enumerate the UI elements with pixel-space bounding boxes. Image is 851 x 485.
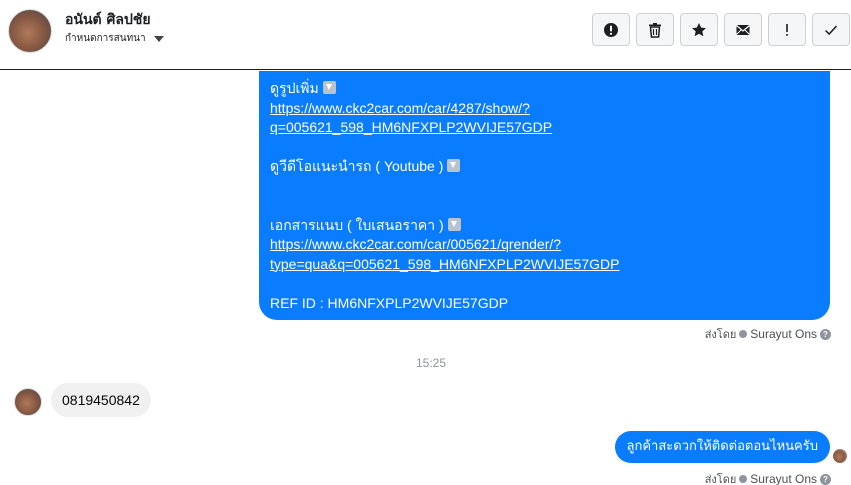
- contact-avatar-small[interactable]: [14, 388, 42, 416]
- docs-label: เอกสารแนบ ( ใบเสนอราคา ): [270, 216, 444, 233]
- outgoing-message-bubble-2[interactable]: ลูกค้าสะดวกให้ติดต่อตอนไหนครับ: [614, 431, 830, 463]
- sender-name-2[interactable]: Surayut Ons: [750, 472, 817, 485]
- contact-avatar[interactable]: [8, 9, 52, 53]
- priority-button[interactable]: [768, 13, 806, 46]
- help-icon[interactable]: ?: [820, 473, 831, 485]
- caret-down-icon: [153, 36, 164, 42]
- sender-badge-icon: [739, 475, 748, 483]
- sent-by-prefix-2: ส่งโดย: [704, 473, 737, 485]
- envelope-icon: [736, 24, 750, 35]
- star-icon: [692, 22, 706, 36]
- docs-line: เอกสารแนบ ( ใบเสนอราคา ): [270, 216, 819, 236]
- video-line: ดูวีดีโอแนะนำรถ ( Youtube ): [270, 157, 819, 177]
- down-arrow-emoji-icon: [322, 81, 336, 94]
- incoming-message-bubble[interactable]: 0819450842: [51, 383, 151, 417]
- ref-id: REF ID : HM6NFXPLP2WVIJE57GDP: [270, 294, 509, 311]
- down-arrow-emoji-icon: [447, 159, 461, 172]
- conversation-header: อนันต์ ศิลปชัย กำหนดการสนทนา: [0, 0, 851, 70]
- more-photos-label: ดูรูปเพิ่ม: [270, 80, 319, 96]
- delete-button[interactable]: [636, 13, 674, 46]
- star-button[interactable]: [680, 13, 718, 46]
- down-arrow-emoji-icon: [447, 217, 461, 231]
- mark-unread-button[interactable]: [724, 13, 762, 46]
- sent-by-prefix: ส่งโดย: [704, 328, 737, 341]
- checkmark-icon: [824, 24, 838, 35]
- mark-done-button[interactable]: [812, 13, 850, 46]
- sent-by-row-2: ส่งโดย Surayut Ons ?: [705, 470, 831, 485]
- car-show-link-cont[interactable]: q=005621_598_HM6NFXPLP2WVIJE57GDP: [270, 118, 819, 138]
- seen-avatar: [833, 449, 847, 463]
- sent-by-row: ส่งโดย Surayut Ons ?: [705, 325, 831, 343]
- trash-icon: [649, 22, 661, 38]
- sender-name[interactable]: Surayut Ons: [750, 327, 817, 341]
- video-label: ดูวีดีโอแนะนำรถ ( Youtube ): [270, 158, 444, 174]
- more-photos-line: ดูรูปเพิ่ม: [270, 79, 819, 99]
- outgoing-message-bubble[interactable]: ดูรูปเพิ่ม https://www.ckc2car.com/car/4…: [259, 71, 830, 320]
- help-icon[interactable]: ?: [820, 328, 831, 340]
- quotation-link-line1: https://www.ckc2car.com/car/005621/qrend…: [270, 236, 562, 252]
- quotation-link[interactable]: https://www.ckc2car.com/car/005621/qrend…: [270, 235, 819, 255]
- conversation-schedule-dropdown[interactable]: กำหนดการสนทนา: [65, 31, 164, 46]
- report-button[interactable]: [592, 13, 630, 46]
- quotation-link-cont[interactable]: type=qua&q=005621_598_HM6NFXPLP2WVIJE57G…: [270, 255, 819, 275]
- car-show-link-line2: q=005621_598_HM6NFXPLP2WVIJE57GDP: [270, 119, 553, 135]
- car-show-link-line1: https://www.ckc2car.com/car/4287/show/?: [270, 99, 530, 116]
- schedule-label: กำหนดการสนทนา: [65, 33, 146, 44]
- toolbar: [592, 13, 850, 46]
- exclamation-icon: [786, 23, 788, 36]
- contact-name[interactable]: อนันต์ ศิลปชัย: [65, 9, 151, 31]
- message-thread[interactable]: ดูรูปเพิ่ม https://www.ckc2car.com/car/4…: [0, 71, 851, 485]
- alert-circle-icon: [604, 22, 618, 37]
- sender-badge-icon: [739, 330, 748, 338]
- quotation-link-line2: type=qua&q=005621_598_HM6NFXPLP2WVIJE57G…: [270, 255, 620, 272]
- car-show-link[interactable]: https://www.ckc2car.com/car/4287/show/?: [270, 99, 819, 119]
- message-timestamp: 15:25: [415, 356, 447, 370]
